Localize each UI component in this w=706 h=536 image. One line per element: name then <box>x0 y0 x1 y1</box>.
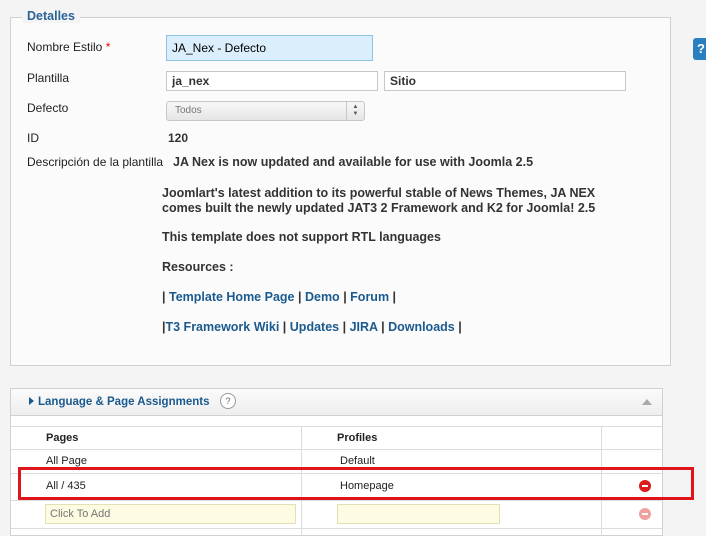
assignments-title[interactable]: Language & Page Assignments <box>38 396 209 408</box>
table-row-line <box>11 528 662 529</box>
add-page-input[interactable] <box>45 504 296 524</box>
row-page: All Page <box>46 455 87 467</box>
link-t3-wiki[interactable]: T3 Framework Wiki <box>166 320 280 334</box>
help-icon[interactable]: ? <box>693 38 706 60</box>
style-name-label: Nombre Estilo * <box>27 40 111 54</box>
link-jira[interactable]: JIRA <box>350 320 378 334</box>
description-para2-line1: Joomlart's latest addition to its powerf… <box>162 186 596 200</box>
default-label: Defecto <box>27 101 69 115</box>
remove-icon-disabled <box>639 508 651 520</box>
select-arrows-icon: ▲ ▼ <box>346 102 364 120</box>
link-demo[interactable]: Demo <box>305 290 340 304</box>
link-updates[interactable]: Updates <box>290 320 339 334</box>
link-forum[interactable]: Forum <box>350 290 389 304</box>
id-value: 120 <box>168 131 189 145</box>
collapse-arrow-icon[interactable] <box>642 399 652 405</box>
column-profiles: Profiles <box>337 432 378 444</box>
link-template-home[interactable]: Template Home Page <box>169 290 295 304</box>
link-downloads[interactable]: Downloads <box>388 320 455 334</box>
question-icon[interactable]: ? <box>220 393 236 409</box>
required-mark: * <box>105 40 111 54</box>
add-profile-input[interactable] <box>337 504 500 524</box>
template-label: Plantilla <box>27 71 70 85</box>
details-legend: Detalles <box>22 9 80 23</box>
description-label: Descripción de la plantilla <box>27 155 164 169</box>
expand-arrow-icon <box>29 397 34 405</box>
style-name-input[interactable] <box>166 35 373 61</box>
id-label: ID <box>27 131 39 145</box>
description-para2-line2: comes built the newly updated JAT3 2 Fra… <box>162 201 596 215</box>
highlight-box <box>18 467 694 500</box>
table-top-line <box>11 426 662 427</box>
row-profile: Default <box>340 455 375 467</box>
table-header-line <box>11 449 662 450</box>
default-select-value: Todos <box>175 105 202 116</box>
resource-links-row1: | Template Home Page | Demo | Forum | <box>162 290 397 304</box>
table-row-line <box>11 500 662 501</box>
resource-links-row2: |T3 Framework Wiki | Updates | JIRA | Do… <box>162 320 462 334</box>
template-input[interactable] <box>166 71 378 91</box>
column-pages: Pages <box>46 432 79 444</box>
description-line1: JA Nex is now updated and available for … <box>173 155 534 169</box>
client-input[interactable] <box>384 71 626 91</box>
resources-label: Resources : <box>162 260 234 274</box>
default-select[interactable]: Todos ▲ ▼ <box>166 101 365 121</box>
description-rtl: This template does not support RTL langu… <box>162 230 441 244</box>
